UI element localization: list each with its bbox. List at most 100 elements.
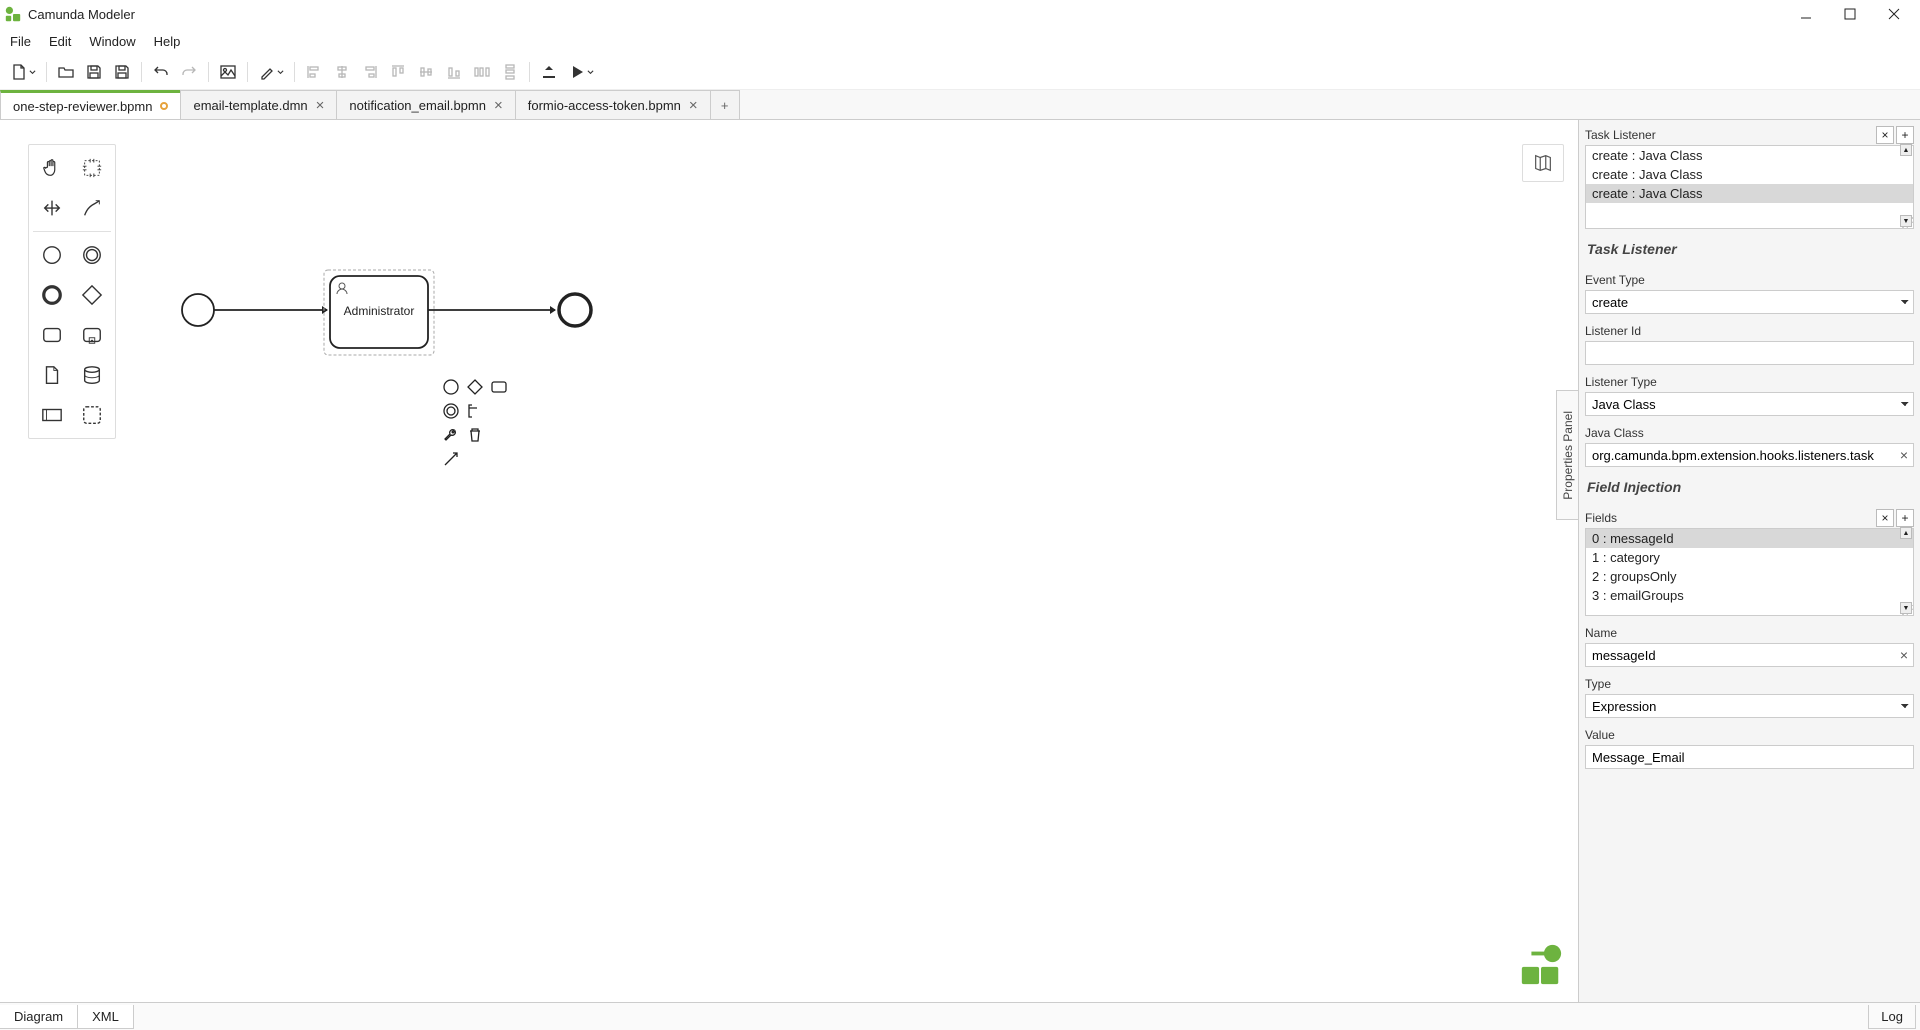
menu-edit[interactable]: Edit bbox=[47, 32, 73, 51]
lasso-tool-icon[interactable] bbox=[73, 149, 111, 187]
end-event-icon[interactable] bbox=[33, 276, 71, 314]
start-event-icon[interactable] bbox=[33, 236, 71, 274]
align-middle-button[interactable] bbox=[413, 59, 439, 85]
listener-type-select[interactable]: Java Class bbox=[1585, 392, 1914, 416]
properties-panel-toggle[interactable]: Properties Panel bbox=[1556, 390, 1578, 520]
canvas[interactable]: Administrator Properties Panel bbox=[0, 120, 1578, 1002]
space-tool-icon[interactable] bbox=[33, 189, 71, 227]
wrench-icon[interactable] bbox=[440, 424, 462, 446]
distribute-vertical-button[interactable] bbox=[497, 59, 523, 85]
start-event-node[interactable] bbox=[182, 294, 214, 326]
add-field-button[interactable]: + bbox=[1896, 509, 1914, 527]
open-file-button[interactable] bbox=[53, 59, 79, 85]
append-intermediate-event-icon[interactable] bbox=[440, 400, 462, 422]
context-pad bbox=[440, 376, 510, 470]
add-tab-button[interactable]: + bbox=[710, 90, 740, 119]
menu-help[interactable]: Help bbox=[152, 32, 183, 51]
event-type-select[interactable]: create bbox=[1585, 290, 1914, 314]
data-store-icon[interactable] bbox=[73, 356, 111, 394]
listener-id-input[interactable] bbox=[1585, 341, 1914, 365]
align-right-button[interactable] bbox=[357, 59, 383, 85]
align-top-button[interactable] bbox=[385, 59, 411, 85]
tab-email-template[interactable]: email-template.dmn × bbox=[180, 90, 337, 119]
menu-file[interactable]: File bbox=[8, 32, 33, 51]
java-class-label: Java Class bbox=[1585, 426, 1914, 440]
list-item[interactable]: 0 : messageId bbox=[1586, 529, 1913, 548]
list-item[interactable]: 3 : emailGroups bbox=[1586, 586, 1913, 605]
xml-tab[interactable]: XML bbox=[77, 1005, 134, 1029]
window-maximize-button[interactable] bbox=[1828, 1, 1872, 27]
scroll-up-button[interactable]: ▲ bbox=[1900, 144, 1912, 156]
properties-panel-label: Properties Panel bbox=[1561, 411, 1575, 500]
name-input[interactable] bbox=[1585, 643, 1914, 667]
annotation-icon[interactable] bbox=[464, 400, 486, 422]
window-close-button[interactable] bbox=[1872, 1, 1916, 27]
connect-icon[interactable] bbox=[440, 448, 462, 470]
menubar: File Edit Window Help bbox=[0, 28, 1920, 55]
remove-field-button[interactable]: × bbox=[1876, 509, 1894, 527]
list-item[interactable]: 2 : groupsOnly bbox=[1586, 567, 1913, 586]
toolbar-separator bbox=[208, 62, 209, 82]
clear-icon[interactable]: × bbox=[1900, 447, 1908, 463]
list-item[interactable]: create : Java Class bbox=[1586, 165, 1913, 184]
tab-label: formio-access-token.bpmn bbox=[528, 98, 681, 113]
undo-button[interactable] bbox=[148, 59, 174, 85]
deploy-button[interactable] bbox=[536, 59, 562, 85]
java-class-input[interactable] bbox=[1585, 443, 1914, 467]
save-as-button[interactable] bbox=[109, 59, 135, 85]
fields-list[interactable]: 0 : messageId 1 : category 2 : groupsOnl… bbox=[1585, 528, 1914, 616]
tab-one-step-reviewer[interactable]: one-step-reviewer.bpmn bbox=[0, 90, 181, 119]
menu-window[interactable]: Window bbox=[87, 32, 137, 51]
hand-tool-icon[interactable] bbox=[33, 149, 71, 187]
group-icon[interactable] bbox=[73, 396, 111, 434]
save-button[interactable] bbox=[81, 59, 107, 85]
append-task-icon[interactable] bbox=[488, 376, 510, 398]
distribute-horizontal-button[interactable] bbox=[469, 59, 495, 85]
minimap-toggle-button[interactable] bbox=[1522, 144, 1564, 182]
change-type-icon[interactable] bbox=[488, 400, 510, 422]
list-item[interactable]: 1 : category bbox=[1586, 548, 1913, 567]
clear-icon[interactable]: × bbox=[1900, 647, 1908, 663]
log-button[interactable]: Log bbox=[1868, 1005, 1916, 1029]
add-listener-button[interactable]: + bbox=[1896, 126, 1914, 144]
task-listener-list[interactable]: create : Java Class create : Java Class … bbox=[1585, 145, 1914, 229]
align-center-button[interactable] bbox=[329, 59, 355, 85]
list-item[interactable]: create : Java Class bbox=[1586, 146, 1913, 165]
connect-tool-icon[interactable] bbox=[73, 189, 111, 227]
pool-icon[interactable] bbox=[33, 396, 71, 434]
close-icon[interactable]: × bbox=[494, 97, 503, 114]
align-left-button[interactable] bbox=[301, 59, 327, 85]
scroll-up-button[interactable]: ▲ bbox=[1900, 527, 1912, 539]
camunda-logo-icon bbox=[1518, 942, 1564, 988]
scroll-down-button[interactable]: ▼ bbox=[1900, 215, 1912, 227]
color-button[interactable] bbox=[254, 59, 288, 85]
remove-listener-button[interactable]: × bbox=[1876, 126, 1894, 144]
type-select[interactable]: Expression bbox=[1585, 694, 1914, 718]
scroll-down-button[interactable]: ▼ bbox=[1900, 602, 1912, 614]
image-button[interactable] bbox=[215, 59, 241, 85]
tab-notification-email[interactable]: notification_email.bpmn × bbox=[336, 90, 515, 119]
subprocess-icon[interactable] bbox=[73, 316, 111, 354]
close-icon[interactable]: × bbox=[689, 97, 698, 114]
tool-palette bbox=[28, 144, 116, 439]
intermediate-event-icon[interactable] bbox=[73, 236, 111, 274]
trash-icon[interactable] bbox=[464, 424, 486, 446]
append-start-event-icon[interactable] bbox=[440, 376, 462, 398]
titlebar: Camunda Modeler bbox=[0, 0, 1920, 28]
resize-handle[interactable] bbox=[1586, 605, 1913, 615]
append-gateway-icon[interactable] bbox=[464, 376, 486, 398]
window-minimize-button[interactable] bbox=[1784, 1, 1828, 27]
gateway-icon[interactable] bbox=[73, 276, 111, 314]
new-file-button[interactable] bbox=[6, 59, 40, 85]
end-event-node[interactable] bbox=[559, 294, 591, 326]
diagram-tab[interactable]: Diagram bbox=[0, 1005, 78, 1029]
task-icon[interactable] bbox=[33, 316, 71, 354]
data-object-icon[interactable] bbox=[33, 356, 71, 394]
tab-formio-access-token[interactable]: formio-access-token.bpmn × bbox=[515, 90, 711, 119]
redo-button[interactable] bbox=[176, 59, 202, 85]
value-input[interactable] bbox=[1585, 745, 1914, 769]
align-bottom-button[interactable] bbox=[441, 59, 467, 85]
list-item[interactable]: create : Java Class bbox=[1586, 184, 1913, 203]
run-button[interactable] bbox=[564, 59, 598, 85]
close-icon[interactable]: × bbox=[316, 97, 325, 114]
